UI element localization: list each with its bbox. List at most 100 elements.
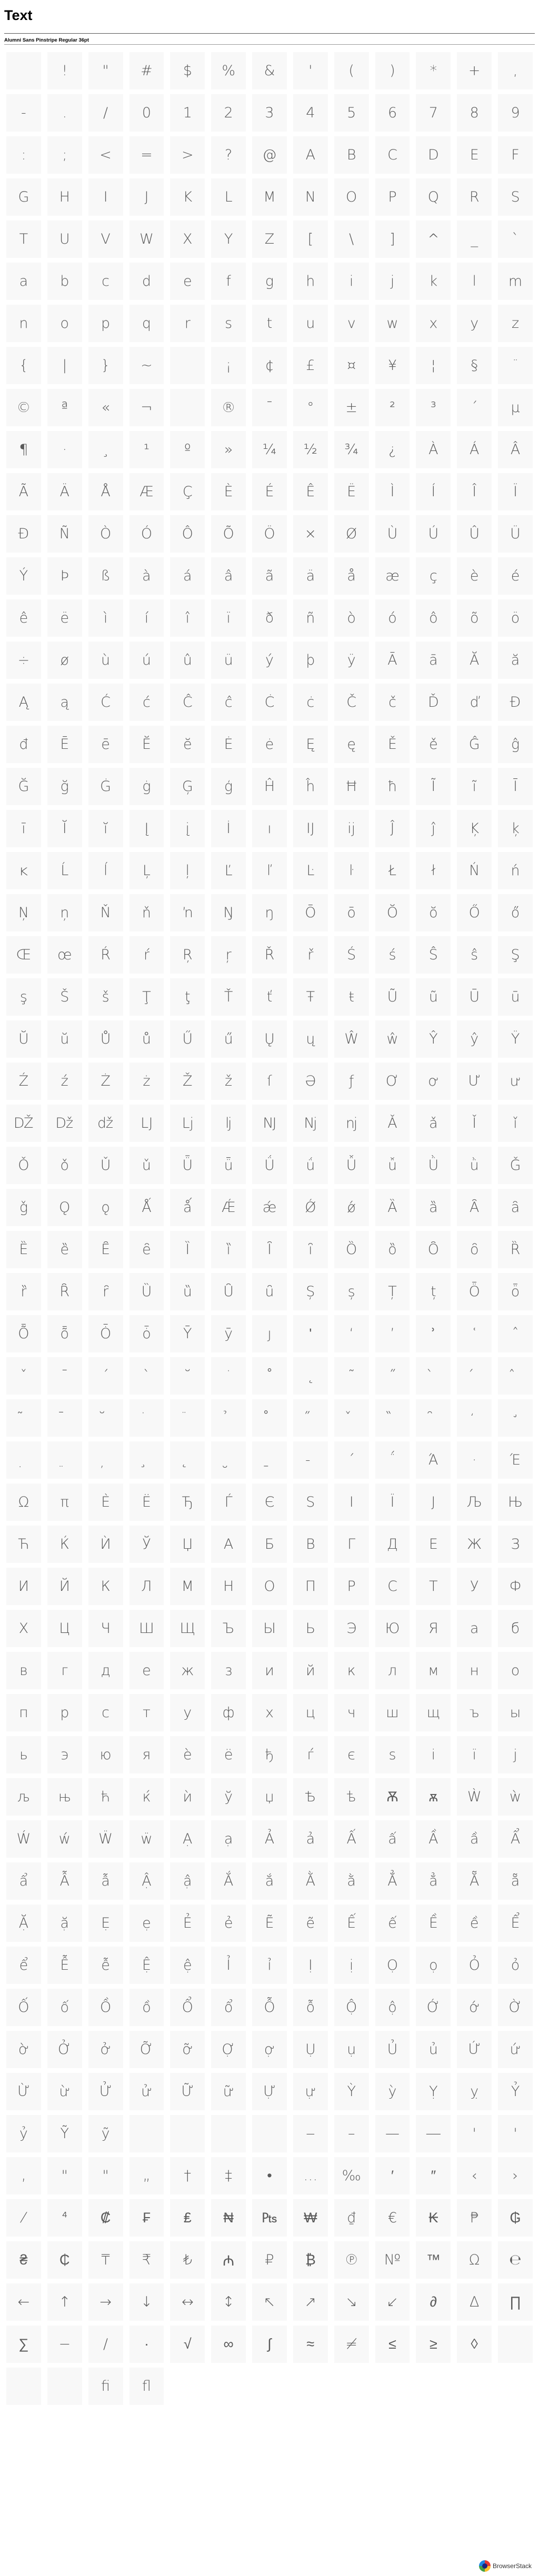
glyph-cell: ¢ [252,347,287,384]
glyph-cell: ẫ [88,1862,123,1900]
subtitle-divider [4,44,535,45]
glyph-cell: ȳ [211,1315,246,1352]
glyph-cell: ö [498,599,533,637]
glyph-cell: Ů [88,1020,123,1058]
glyph-cell: І [334,1484,369,1521]
glyph-cell: ̂ [498,1357,533,1395]
glyph-cell: ↙ [375,2283,410,2321]
glyph-cell: … [293,2157,328,2194]
glyph-cell: õ [457,599,492,637]
glyph-cell: ˉ [47,1357,82,1395]
glyph-cell: Ћ [6,1526,41,1563]
glyph-cell: ю [88,1736,123,1773]
glyph-cell: Ą [6,684,41,721]
glyph-cell: Ї [375,1484,410,1521]
glyph-cell: ó [375,599,410,637]
glyph-cell: т [129,1694,164,1731]
glyph-cell: + [457,52,492,89]
glyph-cell: ấ [375,1820,410,1858]
glyph-cell: ' [498,2115,533,2152]
glyph-cell: İ [211,810,246,847]
glyph-cell: ̣ [6,1441,41,1479]
glyph-cell: h [293,263,328,300]
glyph-cell: ȷ [252,1315,287,1352]
glyph-cell: ℗ [334,2241,369,2279]
glyph-cell: » [211,431,246,468]
glyph-cell: а [457,1610,492,1647]
glyph-cell: Š [47,978,82,1016]
glyph-cell: ≤ [375,2326,410,2363]
glyph-cell: ā [416,642,451,679]
glyph-cell: Þ [47,557,82,595]
glyph-cell: Ц [47,1610,82,1647]
glyph-cell: ộ [375,1989,410,2026]
glyph-cell: 3 [252,94,287,132]
glyph-cell: ẁ [498,1778,533,1816]
glyph-cell: ﬂ [129,2368,164,2405]
glyph-cell: ≠ [334,2326,369,2363]
glyph-cell: ̀ [416,1357,451,1395]
glyph-cell: ̌ [334,1399,369,1437]
glyph-cell: Æ [129,473,164,510]
glyph-cell: ˇ [6,1357,41,1395]
glyph-cell: ả [293,1820,328,1858]
glyph-cell: ̱ [252,1441,287,1479]
glyph-cell: Ȭ [6,1315,41,1352]
glyph-cell: ̧ [129,1441,164,1479]
glyph-cell: ů [129,1020,164,1058]
glyph-cell: Р [334,1568,369,1605]
glyph-cell: ₡ [88,2199,123,2237]
glyph-cell: ẅ [129,1820,164,1858]
glyph-cell: B [334,136,369,174]
glyph-cell: E [457,136,492,174]
glyph-cell: Ð [6,515,41,553]
glyph-cell: ₱ [457,2199,492,2237]
glyph-cell: T [6,220,41,258]
glyph-cell: ″ [416,2157,451,2194]
glyph-cell: š [88,978,123,1016]
glyph-cell: ą [47,684,82,721]
glyph-cell: Ë [334,473,369,510]
glyph-cell: Ï [498,473,533,510]
glyph-cell: 5 [334,94,369,132]
glyph-cell: Ч [88,1610,123,1647]
glyph-cell: ѓ [293,1736,328,1773]
glyph-cell: Ě [375,726,410,763]
page-title: Text [4,7,33,23]
glyph-cell: Є [252,1484,287,1521]
glyph-cell: ứ [498,2031,533,2068]
glyph-cell: Ê [293,473,328,510]
glyph-cell: ◊ [457,2326,492,2363]
glyph-cell: Й [47,1568,82,1605]
glyph-cell: € [375,2199,410,2237]
glyph-cell: ½ [293,431,328,468]
glyph-cell: Ń [457,852,492,889]
glyph-cell: Ħ [334,768,369,805]
glyph-cell: Ự [252,2073,287,2110]
glyph-cell [252,2115,287,2152]
glyph-cell: À [416,431,451,468]
glyph-cell: Ű [170,1020,205,1058]
glyph-cell: * [416,52,451,89]
glyph-cell: ∞ [211,2326,246,2363]
glyph-cell: ǔ [129,1147,164,1184]
glyph-cell: Ẻ [170,1905,205,1942]
glyph-cell: H [47,178,82,216]
glyph-cell: Ẽ [252,1905,287,1942]
glyph-cell: Щ [170,1610,205,1647]
glyph-cell: ― [416,2115,451,2152]
glyph-grid: ! " # $% & '() * +, -./0 1 2 3 4 5 6 7 8 9:; < = >? @ A B C D E F G H… [6,52,533,2405]
glyph-cell: ∏ [498,2283,533,2321]
glyph-cell: f [211,263,246,300]
glyph-cell: ₽ [252,2241,287,2279]
glyph-cell: Н [211,1568,246,1605]
glyph-cell: F [498,136,533,174]
glyph-cell: ̋ [293,1399,328,1437]
glyph-cell: ↖ [252,2283,287,2321]
glyph-cell: K [170,178,205,216]
glyph-cell: ж [170,1652,205,1689]
glyph-cell: ổ [211,1989,246,2026]
glyph-cell: Ş [498,936,533,974]
glyph-cell: L [211,178,246,216]
glyph-cell: Ố [6,1989,41,2026]
